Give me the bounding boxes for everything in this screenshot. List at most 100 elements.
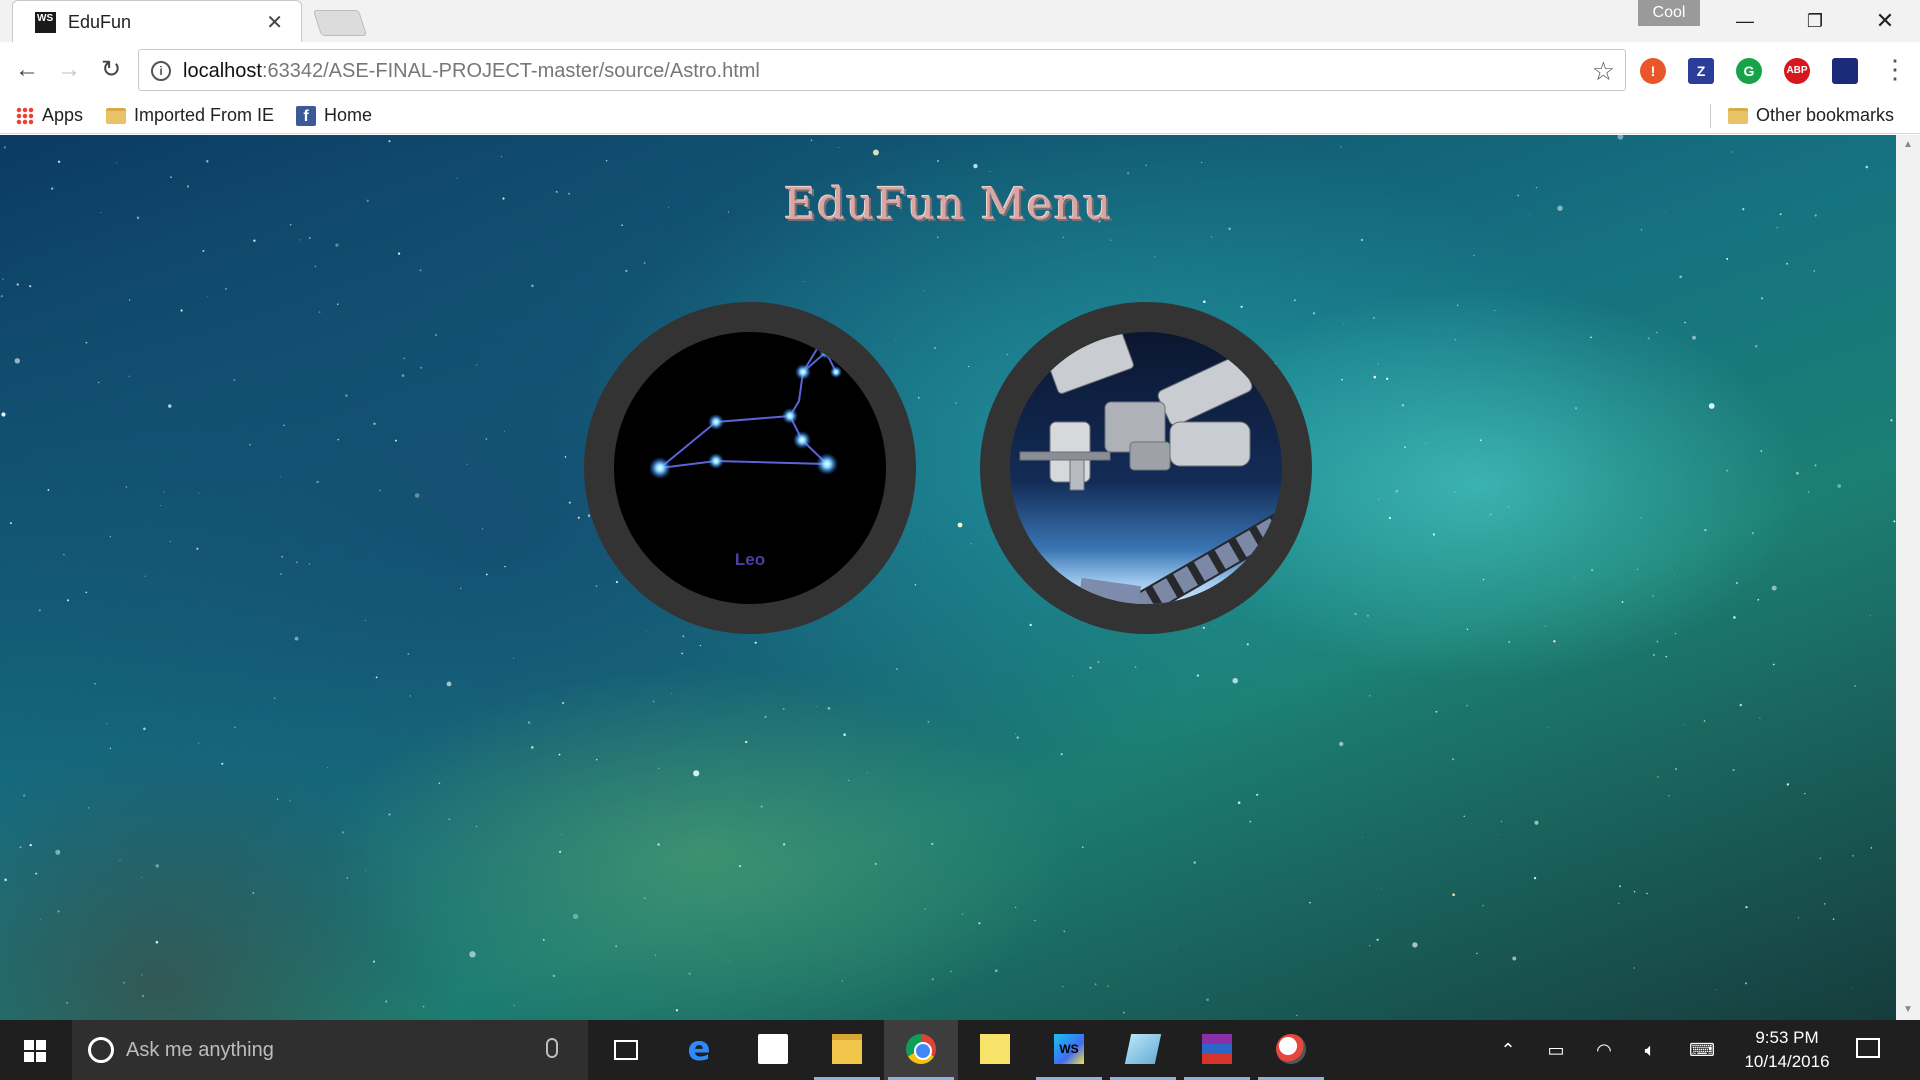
star	[841, 980, 843, 982]
star	[141, 877, 142, 878]
star	[1633, 891, 1636, 893]
star	[123, 982, 125, 984]
taskbar-task-view[interactable]	[588, 1020, 662, 1080]
star	[1574, 407, 1578, 410]
star	[252, 892, 255, 894]
star	[233, 379, 236, 382]
star	[224, 287, 227, 290]
star	[1759, 717, 1761, 719]
star	[1107, 985, 1109, 987]
star	[552, 974, 555, 978]
taskbar-winrar[interactable]	[1180, 1020, 1254, 1080]
show-hidden-icons-icon[interactable]: ⌃	[1490, 1020, 1526, 1080]
star	[923, 290, 925, 292]
search-placeholder: Ask me anything	[126, 1039, 274, 1061]
wifi-icon[interactable]: ◠	[1584, 1020, 1624, 1080]
facebook-icon: f	[296, 106, 316, 127]
menu-item-space-station[interactable]	[980, 302, 1312, 634]
cortana-icon	[88, 1037, 114, 1063]
browser-tab[interactable]: WS EduFun ✕	[12, 0, 302, 42]
system-clock[interactable]: 9:53 PM 10/14/2016	[1732, 1026, 1842, 1074]
browser-menu-icon[interactable]: ⋮	[1882, 54, 1908, 84]
star	[253, 239, 256, 242]
minimize-icon[interactable]: —	[1710, 0, 1780, 42]
page-scrollbar[interactable]: ▲ ▼	[1896, 135, 1920, 1020]
battery-icon[interactable]: ▭	[1536, 1020, 1576, 1080]
star	[168, 404, 172, 408]
close-window-icon[interactable]: ✕	[1850, 0, 1920, 42]
star	[936, 236, 939, 239]
menu-item-leo[interactable]: Leo	[584, 302, 916, 634]
star	[198, 742, 200, 744]
extension-z-icon[interactable]: Z	[1688, 58, 1714, 84]
star	[681, 652, 683, 655]
site-info-icon[interactable]: i	[151, 61, 171, 81]
volume-icon[interactable]: 🔈︎	[1630, 1020, 1670, 1080]
bookmark-home[interactable]: f Home	[296, 105, 372, 127]
bookmark-other[interactable]: Other bookmarks	[1728, 105, 1894, 127]
star	[1656, 775, 1659, 778]
taskbar-chrome[interactable]	[884, 1020, 958, 1080]
star	[1482, 905, 1484, 907]
taskbar-file-explorer[interactable]	[810, 1020, 884, 1080]
star	[1376, 938, 1379, 941]
star	[446, 681, 452, 687]
star	[283, 424, 285, 426]
star	[1679, 275, 1682, 279]
chrome-icon	[906, 1034, 936, 1064]
taskbar-edge[interactable]: e	[662, 1020, 736, 1080]
star	[957, 522, 963, 528]
bookmark-star-icon[interactable]: ☆	[1592, 56, 1615, 87]
taskbar-sticky-notes[interactable]	[958, 1020, 1032, 1080]
star	[180, 309, 183, 312]
extension-adblock-icon[interactable]: ABP	[1784, 58, 1810, 84]
bookmark-imported-from-ie[interactable]: Imported From IE	[106, 105, 274, 127]
action-center-icon[interactable]	[1856, 1038, 1880, 1058]
space-station-image	[1010, 332, 1282, 604]
extension-flag-icon[interactable]	[1832, 58, 1858, 84]
reload-icon[interactable]: ↻	[96, 55, 126, 85]
star	[559, 850, 562, 853]
star	[504, 565, 506, 568]
star	[438, 782, 441, 784]
star	[1819, 857, 1821, 859]
star	[1797, 917, 1800, 919]
scroll-up-icon[interactable]: ▲	[1896, 135, 1920, 155]
restore-icon[interactable]: ❐	[1780, 0, 1850, 42]
star	[1062, 986, 1064, 988]
star	[838, 147, 839, 148]
microphone-icon[interactable]	[546, 1038, 558, 1058]
star	[1674, 574, 1676, 575]
winrar-icon	[1202, 1034, 1232, 1064]
star	[1837, 484, 1842, 488]
url-text[interactable]: localhost:63342/ASE-FINAL-PROJECT-master…	[183, 60, 760, 83]
scroll-down-icon[interactable]: ▼	[1896, 1000, 1920, 1020]
star	[202, 250, 205, 252]
extension-alert-icon[interactable]: !	[1640, 58, 1666, 84]
star	[0, 295, 3, 298]
star	[643, 897, 646, 899]
bookmark-apps[interactable]: Apps	[16, 105, 83, 127]
star	[308, 563, 310, 565]
extension-grammarly-icon[interactable]: G	[1736, 58, 1762, 84]
back-arrow-icon[interactable]: ←	[12, 55, 42, 85]
keyboard-icon[interactable]: ⌨	[1680, 1020, 1724, 1080]
star	[994, 969, 998, 972]
taskbar-snipping-tool[interactable]	[1254, 1020, 1328, 1080]
star	[655, 954, 657, 956]
star	[1193, 861, 1196, 864]
start-button[interactable]	[0, 1020, 70, 1080]
star	[955, 402, 957, 404]
tab-close-icon[interactable]: ✕	[266, 10, 283, 35]
star	[163, 491, 165, 493]
forward-arrow-icon[interactable]: →	[54, 55, 84, 85]
taskbar-store[interactable]	[736, 1020, 810, 1080]
cortana-search-box[interactable]: Ask me anything	[72, 1020, 588, 1080]
star	[949, 970, 952, 973]
profile-button[interactable]: Cool	[1638, 0, 1700, 26]
address-bar[interactable]: i localhost:63342/ASE-FINAL-PROJECT-mast…	[138, 49, 1626, 91]
taskbar-notepad[interactable]	[1106, 1020, 1180, 1080]
new-tab-button[interactable]	[312, 10, 368, 36]
star	[562, 702, 565, 704]
taskbar-webstorm[interactable]: WS	[1032, 1020, 1106, 1080]
